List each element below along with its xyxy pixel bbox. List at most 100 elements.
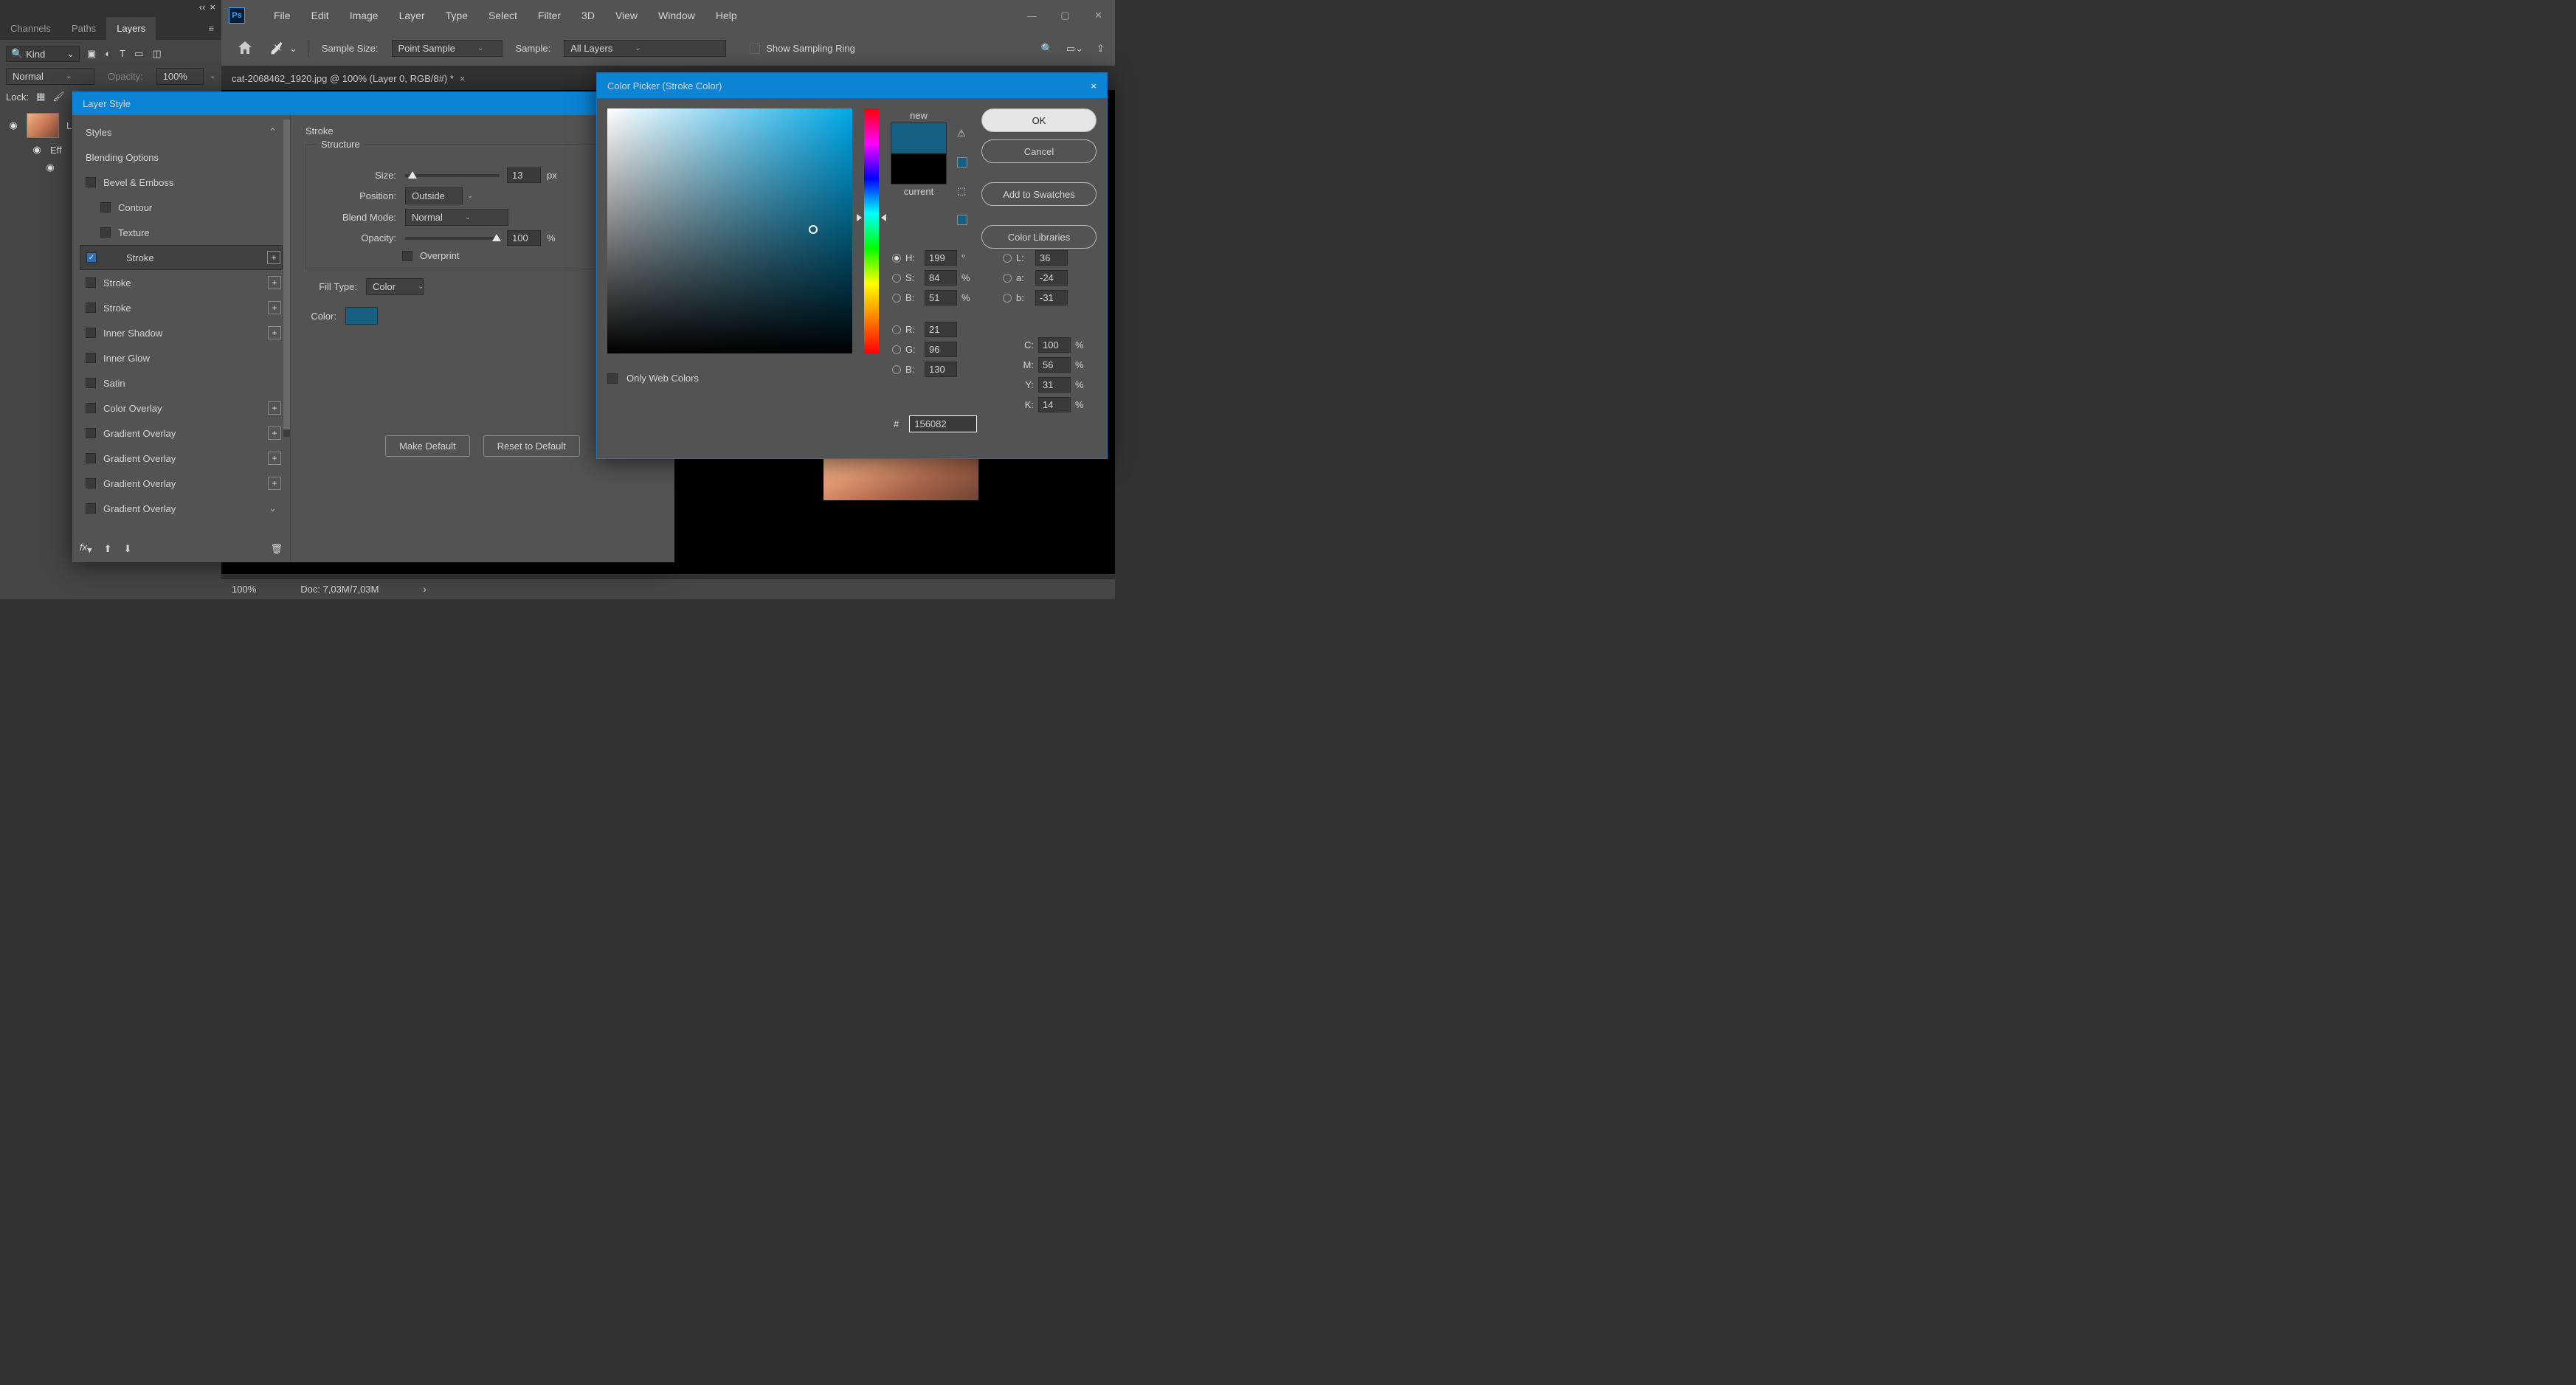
- zoom-readout[interactable]: 100%: [232, 584, 256, 595]
- inner-shadow-item[interactable]: Inner Shadow+: [80, 320, 283, 345]
- contour-item[interactable]: Contour: [80, 195, 283, 220]
- pixel-filter-icon[interactable]: ▣: [87, 48, 96, 60]
- gradient-overlay-item[interactable]: Gradient Overlay+: [80, 421, 283, 446]
- checkbox[interactable]: [86, 403, 96, 413]
- menu-help[interactable]: Help: [705, 0, 747, 31]
- home-icon[interactable]: [236, 39, 255, 58]
- add-effect-icon[interactable]: +: [268, 426, 281, 440]
- radio-b[interactable]: [892, 294, 901, 303]
- slider-knob[interactable]: [492, 234, 501, 241]
- color-field-cursor[interactable]: [809, 225, 818, 234]
- add-effect-icon[interactable]: +: [268, 326, 281, 339]
- type-filter-icon[interactable]: T: [120, 48, 125, 60]
- share-icon[interactable]: ⇪: [1097, 43, 1105, 55]
- move-up-icon[interactable]: ⬆: [104, 543, 112, 555]
- panel-collapse-bar[interactable]: ‹‹×: [0, 0, 221, 13]
- gradient-overlay-item[interactable]: Gradient Overlay+: [80, 446, 283, 471]
- menu-type[interactable]: Type: [435, 0, 478, 31]
- menu-file[interactable]: File: [263, 0, 301, 31]
- add-effect-icon[interactable]: +: [268, 401, 281, 415]
- lab-b-input[interactable]: -31: [1035, 290, 1068, 305]
- dialog-title-bar[interactable]: Layer Style: [72, 91, 674, 115]
- lock-transparency-icon[interactable]: ▦: [36, 91, 45, 103]
- r-input[interactable]: 21: [925, 322, 957, 337]
- ok-button[interactable]: OK: [981, 108, 1097, 132]
- document-tab[interactable]: cat-2068462_1920.jpg @ 100% (Layer 0, RG…: [232, 73, 454, 84]
- radio-l[interactable]: [1003, 254, 1012, 263]
- adjustment-filter-icon[interactable]: ◐: [105, 48, 111, 60]
- fx-menu-icon[interactable]: fx▾: [80, 542, 92, 556]
- tab-paths[interactable]: Paths: [61, 17, 106, 40]
- menu-image[interactable]: Image: [339, 0, 389, 31]
- chevron-down-icon[interactable]: ⌄: [269, 502, 277, 514]
- minimize-button[interactable]: —: [1015, 0, 1049, 31]
- checkbox[interactable]: [86, 277, 96, 288]
- stroke-item[interactable]: Stroke+: [80, 295, 283, 320]
- size-input[interactable]: 13: [507, 167, 541, 183]
- tool-eyedropper-icon[interactable]: ⌄: [269, 41, 308, 57]
- hex-input[interactable]: 156082: [909, 415, 977, 432]
- checkbox-checked[interactable]: ✓: [86, 252, 97, 263]
- visibility-icon[interactable]: ◉: [31, 144, 43, 156]
- only-web-checkbox[interactable]: [607, 373, 618, 384]
- add-effect-icon[interactable]: +: [268, 452, 281, 465]
- s-input[interactable]: 84: [925, 270, 957, 286]
- k-input[interactable]: 14: [1038, 397, 1071, 412]
- c-input[interactable]: 100: [1038, 337, 1071, 353]
- g-input[interactable]: 96: [925, 342, 957, 357]
- stroke-color-swatch[interactable]: [345, 307, 378, 325]
- radio-h[interactable]: [892, 254, 901, 263]
- sample-size-select[interactable]: Point Sample⌄: [392, 40, 503, 57]
- scrollbar[interactable]: [283, 120, 290, 437]
- workspace-icon[interactable]: ▭⌄: [1066, 43, 1083, 55]
- menu-view[interactable]: View: [605, 0, 648, 31]
- a-input[interactable]: -24: [1035, 270, 1068, 286]
- checkbox[interactable]: [86, 353, 96, 363]
- texture-item[interactable]: Texture: [80, 220, 283, 245]
- checkbox[interactable]: [100, 227, 111, 238]
- layer-thumbnail[interactable]: [27, 113, 59, 138]
- layer-name[interactable]: L: [66, 120, 72, 131]
- hue-slider[interactable]: [864, 108, 879, 353]
- checkbox[interactable]: [86, 428, 96, 438]
- shape-filter-icon[interactable]: ▭: [134, 48, 143, 60]
- add-effect-icon[interactable]: +: [268, 477, 281, 490]
- gamut-warning-icon[interactable]: ⚠: [957, 128, 967, 139]
- checkbox[interactable]: [86, 328, 96, 338]
- checkbox[interactable]: [86, 503, 96, 514]
- y-input[interactable]: 31: [1038, 377, 1071, 393]
- radio-s[interactable]: [892, 274, 901, 283]
- fill-type-select[interactable]: Color⌄: [366, 278, 424, 295]
- cube-icon[interactable]: ⬚: [957, 185, 967, 197]
- close-button[interactable]: ✕: [1082, 0, 1115, 31]
- chevron-down-icon[interactable]: ⌄: [289, 43, 297, 55]
- tab-layers[interactable]: Layers: [106, 17, 156, 40]
- size-slider[interactable]: [405, 174, 500, 177]
- color-field[interactable]: [607, 108, 852, 353]
- checkbox[interactable]: [86, 303, 96, 313]
- menu-select[interactable]: Select: [478, 0, 528, 31]
- tab-channels[interactable]: Channels: [0, 17, 61, 40]
- checkbox[interactable]: [86, 478, 96, 488]
- gradient-overlay-item[interactable]: Gradient Overlay+: [80, 471, 283, 496]
- dialog-title-bar[interactable]: Color Picker (Stroke Color) ×: [597, 73, 1107, 98]
- checkbox[interactable]: [86, 177, 96, 187]
- layer-kind-filter[interactable]: 🔍Kind⌄: [6, 46, 80, 62]
- close-icon[interactable]: ×: [210, 1, 215, 13]
- stroke-item[interactable]: Stroke+: [80, 270, 283, 295]
- scrollbar-thumb[interactable]: [283, 120, 290, 429]
- smart-filter-icon[interactable]: ◫: [152, 48, 161, 60]
- radio-r[interactable]: [892, 325, 901, 334]
- radio-lab-b[interactable]: [1003, 294, 1012, 303]
- blend-mode-select[interactable]: Normal⌄: [6, 68, 94, 85]
- gradient-overlay-item[interactable]: Gradient Overlay⌄: [80, 496, 283, 521]
- current-color-swatch[interactable]: [891, 153, 947, 184]
- slider-knob[interactable]: [408, 171, 417, 179]
- styles-header[interactable]: Styles⌃: [80, 120, 283, 145]
- trash-icon[interactable]: 🗑: [270, 543, 283, 555]
- show-ring-checkbox[interactable]: [750, 44, 760, 54]
- b-input[interactable]: 51: [925, 290, 957, 305]
- sample-select[interactable]: All Layers⌄: [564, 40, 726, 57]
- visibility-icon[interactable]: ◉: [7, 120, 19, 131]
- websafe-swatch-icon[interactable]: [957, 215, 967, 225]
